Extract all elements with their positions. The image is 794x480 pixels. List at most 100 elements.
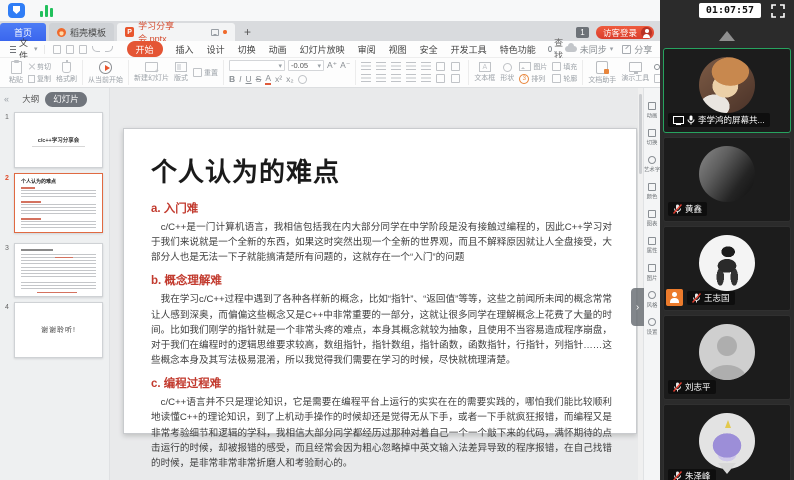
ribbon-tab-slideshow[interactable]: 幻灯片放映: [300, 43, 345, 56]
print-icon[interactable]: [66, 45, 74, 54]
new-slide-button[interactable]: 新建幻灯片: [134, 62, 169, 83]
current-slide[interactable]: 个人认为的难点 a. 入门难 c/C++是一门计算机语言，我相信包括我在内大部分…: [123, 128, 637, 434]
ribbon-tab-animation[interactable]: 动画: [269, 43, 287, 56]
participant-tile[interactable]: 刘志平: [663, 315, 791, 400]
ribbon-tab-features[interactable]: 特色功能: [500, 43, 536, 56]
stocks-chart-icon[interactable]: [39, 4, 55, 18]
slide-thumbnail-2[interactable]: 2 个人认为的难点: [0, 173, 110, 233]
align-top-icon[interactable]: [436, 74, 445, 83]
doc-assistant-button[interactable]: 文档助手: [588, 61, 616, 85]
highlight-button[interactable]: [298, 75, 307, 84]
increase-font-button[interactable]: A⁺: [327, 60, 337, 71]
slide-thumbnail-4[interactable]: 4 谢谢聆听!: [0, 302, 110, 358]
font-color-button[interactable]: A: [265, 73, 271, 85]
decrease-indent-icon[interactable]: [391, 62, 401, 70]
participant-tile[interactable]: 李学鸿的屏幕共...: [663, 48, 791, 133]
picture-button[interactable]: 图片: [519, 62, 547, 72]
rail-expand-handle[interactable]: ›: [631, 288, 644, 326]
line-spacing-icon[interactable]: [451, 62, 460, 71]
ribbon-tab-design[interactable]: 设计: [207, 43, 225, 56]
section-heading-b[interactable]: b. 概念理解难: [151, 272, 612, 288]
section-heading-c[interactable]: c. 编程过程难: [151, 375, 612, 391]
slides-tab[interactable]: 幻灯片: [45, 92, 87, 107]
subscript-button[interactable]: x₂: [286, 74, 294, 84]
increase-indent-icon[interactable]: [406, 62, 416, 70]
ribbon-tab-home[interactable]: 开始: [127, 41, 163, 57]
bold-button[interactable]: B: [229, 74, 235, 84]
underline-button[interactable]: U: [246, 74, 252, 84]
tab-document[interactable]: P 学习分享会.pptx: [117, 23, 235, 41]
outline-tab[interactable]: 大纲: [22, 93, 39, 105]
rail-animation[interactable]: 动画: [646, 102, 658, 120]
align-bottom-icon[interactable]: [451, 74, 460, 83]
fullscreen-icon[interactable]: [771, 4, 785, 18]
security-shield-icon[interactable]: [8, 3, 25, 18]
redo-icon[interactable]: [105, 46, 113, 52]
slide-thumbnail-3[interactable]: 3: [0, 243, 110, 297]
comment-bubble-icon[interactable]: [211, 29, 219, 36]
rail-properties[interactable]: 属性: [646, 237, 658, 255]
rail-color[interactable]: 颜色: [646, 183, 658, 201]
ribbon-tab-view[interactable]: 视图: [389, 43, 407, 56]
format-painter-button[interactable]: 格式刷: [56, 62, 77, 84]
sync-status-button[interactable]: 未同步 ▾: [565, 43, 614, 56]
copy-button[interactable]: 复制: [28, 74, 51, 84]
ribbon-tab-insert[interactable]: 插入: [176, 43, 194, 56]
italic-button[interactable]: I: [239, 74, 241, 84]
rail-style[interactable]: 风格: [646, 291, 658, 309]
participant-tile[interactable]: 黄鑫: [663, 137, 791, 222]
scroll-videos-down-arrow[interactable]: [718, 463, 736, 474]
align-left-icon[interactable]: [361, 74, 371, 82]
ribbon-tab-transition[interactable]: 切换: [238, 43, 256, 56]
rail-wordart[interactable]: 艺术字: [643, 156, 661, 174]
rail-picture[interactable]: 图片: [646, 264, 658, 282]
arrange-button[interactable]: 3 排列: [519, 74, 547, 84]
preview-icon[interactable]: [79, 45, 87, 54]
slide-thumbnail-1[interactable]: 1 c/c++学习分享会: [0, 112, 110, 168]
rail-chart[interactable]: 图表: [646, 210, 658, 228]
bullets-icon[interactable]: [361, 62, 371, 70]
numbering-icon[interactable]: [376, 62, 386, 70]
textbox-button[interactable]: A 文本框: [474, 62, 495, 83]
align-center-icon[interactable]: [376, 74, 386, 82]
ribbon-tab-devtools[interactable]: 开发工具: [451, 43, 487, 56]
align-right-icon[interactable]: [391, 74, 401, 82]
justify-icon[interactable]: [406, 74, 416, 82]
font-size-select[interactable]: -0.05▾: [288, 60, 324, 71]
cut-button[interactable]: 剪切: [28, 62, 51, 72]
participant-tile[interactable]: 王志国: [663, 226, 791, 311]
font-family-select[interactable]: ▾: [229, 60, 285, 71]
play-from-current-button[interactable]: 从当前开始: [88, 61, 123, 85]
guest-login-button[interactable]: 访客登录: [596, 26, 654, 39]
ribbon-tab-security[interactable]: 安全: [420, 43, 438, 56]
section-body-b[interactable]: 我在学习c/C++过程中遇到了各种各样新的概念，比如“指针”、“返回值”等等，这…: [151, 292, 612, 368]
present-tools-button[interactable]: 演示工具: [621, 62, 649, 83]
save-icon[interactable]: [53, 45, 61, 54]
superscript-button[interactable]: x²: [275, 74, 282, 84]
section-body-a[interactable]: c/C++是一门计算机语言，我相信包括我在内大部分同学在中学阶段是没有接触过编程…: [151, 220, 612, 265]
distribute-icon[interactable]: [421, 74, 431, 82]
rail-transition[interactable]: 切换: [646, 129, 658, 147]
decrease-font-button[interactable]: A⁻: [340, 60, 350, 71]
collapse-panel-icon[interactable]: «: [4, 94, 9, 104]
section-heading-a[interactable]: a. 入门难: [151, 200, 612, 216]
strikethrough-button[interactable]: S: [256, 74, 262, 84]
collapse-videos-arrow[interactable]: [719, 31, 735, 41]
fill-button[interactable]: 填充: [552, 62, 577, 72]
rail-settings[interactable]: 设置: [646, 318, 658, 336]
outline-button[interactable]: 轮廓: [552, 74, 577, 84]
slide-title[interactable]: 个人认为的难点: [151, 152, 612, 189]
notification-badge[interactable]: 1: [576, 27, 589, 38]
paste-button[interactable]: 粘贴: [9, 61, 23, 85]
new-tab-button[interactable]: +: [235, 23, 260, 41]
text-direction-icon[interactable]: [421, 62, 431, 70]
share-button[interactable]: 分享: [622, 43, 652, 56]
layout-button[interactable]: 版式: [174, 62, 188, 83]
reset-button[interactable]: 重置: [193, 68, 218, 78]
shape-button[interactable]: 形状: [500, 63, 514, 83]
columns-icon[interactable]: [436, 62, 445, 71]
section-body-c[interactable]: c/C++语言并不只是理论知识，它是需要在编程平台上运行的实实在在的需要实践的，…: [151, 395, 612, 471]
ribbon-tab-review[interactable]: 审阅: [358, 43, 376, 56]
undo-icon[interactable]: [92, 46, 100, 52]
tab-docer[interactable]: 稻壳模板: [49, 23, 114, 41]
